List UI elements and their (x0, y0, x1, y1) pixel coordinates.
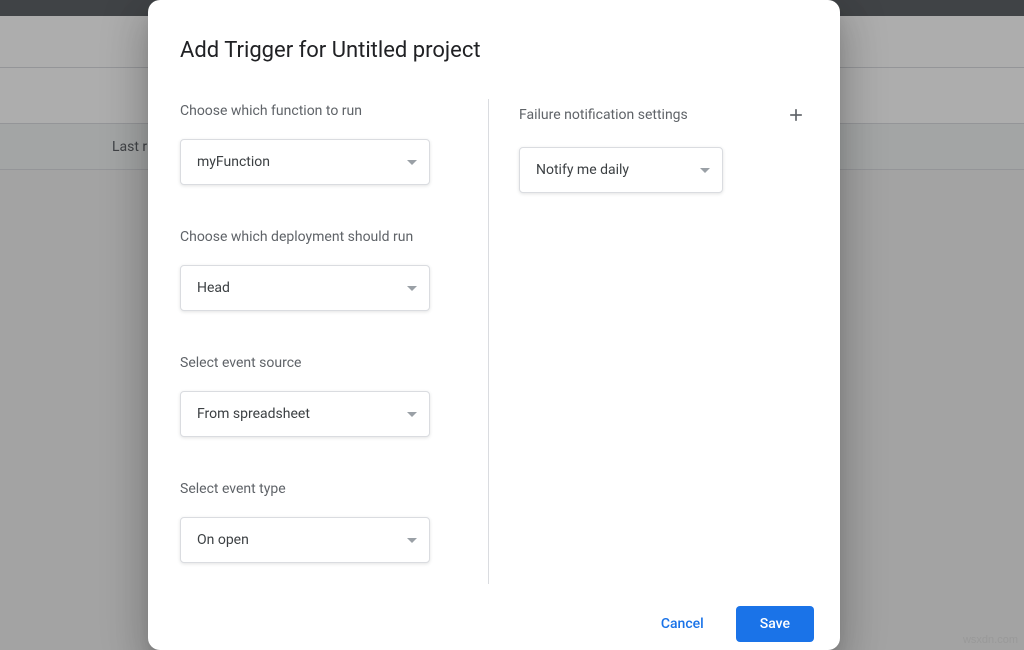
chevron-down-icon (407, 538, 417, 543)
dialog-footer: Cancel Save (148, 592, 840, 650)
event-source-value: From spreadsheet (197, 406, 310, 422)
notification-value: Notify me daily (536, 162, 629, 178)
chevron-down-icon (407, 412, 417, 417)
add-trigger-dialog: Add Trigger for Untitled project Choose … (148, 0, 840, 650)
function-select[interactable]: myFunction (180, 139, 430, 185)
event-type-select[interactable]: On open (180, 517, 430, 563)
chevron-down-icon (700, 168, 710, 173)
notification-header: Failure notification settings (519, 103, 808, 127)
function-field: Choose which function to run myFunction (180, 103, 488, 185)
notification-select[interactable]: Notify me daily (519, 147, 723, 193)
add-notification-button[interactable] (784, 103, 808, 127)
deployment-select[interactable]: Head (180, 265, 430, 311)
watermark: wsxdn.com (963, 634, 1018, 646)
chevron-down-icon (407, 160, 417, 165)
plus-icon (786, 105, 806, 125)
event-source-label: Select event source (180, 355, 488, 371)
chevron-down-icon (407, 286, 417, 291)
notification-field: Failure notification settings Notify me … (519, 103, 808, 193)
event-type-label: Select event type (180, 481, 488, 497)
deployment-label: Choose which deployment should run (180, 229, 488, 245)
left-column: Choose which function to run myFunction … (180, 103, 488, 592)
function-label: Choose which function to run (180, 103, 488, 119)
dialog-body: Choose which function to run myFunction … (148, 63, 840, 592)
event-type-field: Select event type On open (180, 481, 488, 563)
event-source-field: Select event source From spreadsheet (180, 355, 488, 437)
event-source-select[interactable]: From spreadsheet (180, 391, 430, 437)
save-button[interactable]: Save (736, 606, 814, 642)
function-value: myFunction (197, 154, 270, 170)
notification-label: Failure notification settings (519, 107, 688, 123)
event-type-value: On open (197, 532, 249, 548)
column-divider (488, 99, 489, 584)
right-column: Failure notification settings Notify me … (519, 103, 808, 592)
deployment-value: Head (197, 280, 230, 296)
cancel-button[interactable]: Cancel (653, 606, 712, 642)
deployment-field: Choose which deployment should run Head (180, 229, 488, 311)
dialog-title: Add Trigger for Untitled project (148, 0, 840, 63)
